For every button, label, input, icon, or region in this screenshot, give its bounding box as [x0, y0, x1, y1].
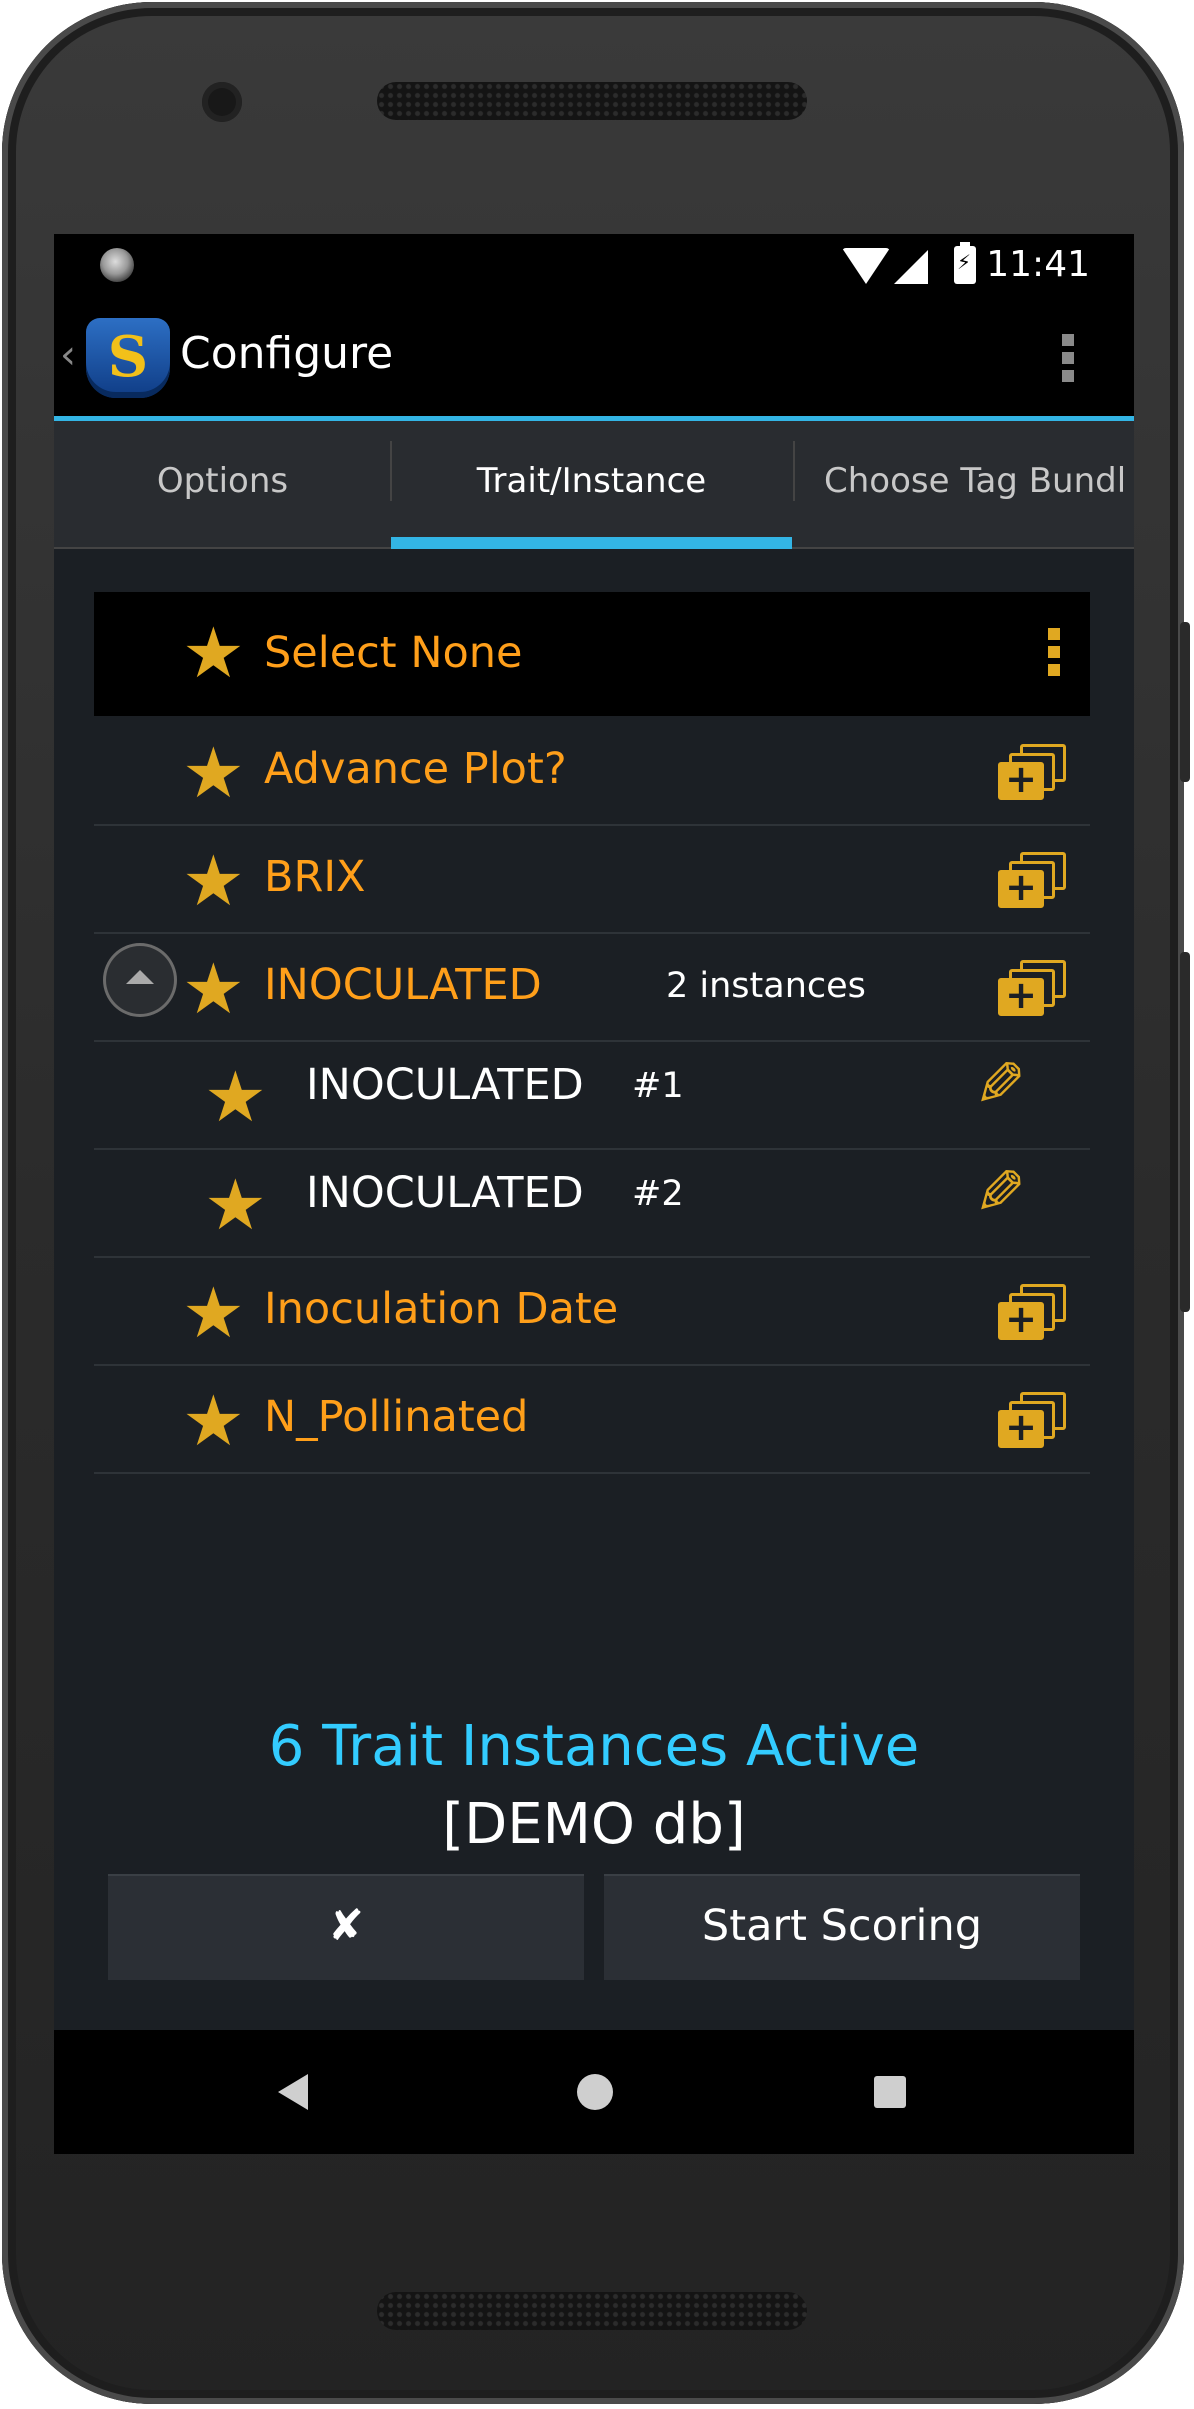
trait-label: BRIX	[264, 852, 366, 902]
phone-frame: 11:41 ‹ S Configure Options Trait/Instan…	[2, 2, 1190, 2404]
add-instance-icon[interactable]	[998, 744, 1066, 801]
trait-label: INOCULATED	[264, 960, 542, 1010]
star-icon[interactable]: ★	[182, 846, 245, 916]
app-logo-icon[interactable]: S	[86, 318, 170, 398]
add-instance-icon[interactable]	[998, 960, 1066, 1017]
tab-bar: Options Trait/Instance Choose Tag Bundl	[54, 421, 1134, 549]
tab-choose-tag-bundle[interactable]: Choose Tag Bundl	[796, 421, 1134, 547]
start-scoring-button[interactable]: Start Scoring	[604, 1874, 1080, 1980]
trait-row[interactable]: ★ BRIX	[94, 826, 1090, 934]
up-navigation-icon[interactable]: ‹	[60, 332, 76, 378]
power-button	[1180, 622, 1190, 782]
status-time: 11:41	[986, 244, 1090, 285]
trait-row[interactable]: ★ Advance Plot?	[94, 718, 1090, 826]
instance-row[interactable]: ★ INOCULATED #2 ✎	[94, 1150, 1090, 1258]
signal-icon	[894, 250, 928, 284]
sync-icon	[100, 248, 134, 282]
wifi-icon	[842, 248, 890, 284]
tab-trait-instance[interactable]: Trait/Instance	[391, 421, 792, 547]
instance-number: #2	[632, 1174, 684, 1214]
trait-label: N_Pollinated	[264, 1392, 529, 1442]
tab-divider	[793, 441, 795, 501]
star-icon[interactable]: ★	[182, 1278, 245, 1348]
recent-apps-icon[interactable]	[874, 2076, 906, 2108]
screen: 11:41 ‹ S Configure Options Trait/Instan…	[54, 234, 1134, 2154]
select-none-label: Select None	[264, 628, 523, 678]
home-icon[interactable]	[577, 2074, 613, 2110]
trait-row[interactable]: ★ N_Pollinated	[94, 1366, 1090, 1474]
status-bar: 11:41	[54, 234, 1134, 298]
trait-row[interactable]: ★ INOCULATED 2 instances	[94, 934, 1090, 1042]
tab-options[interactable]: Options	[54, 421, 391, 547]
trait-label: Inoculation Date	[264, 1284, 619, 1334]
overflow-menu-icon[interactable]	[1062, 334, 1074, 388]
back-icon[interactable]	[278, 2074, 308, 2110]
front-camera	[202, 82, 242, 122]
instance-count: 2 instances	[666, 966, 866, 1006]
star-icon[interactable]: ★	[204, 1170, 267, 1240]
active-instances-count: 6 Trait Instances Active	[268, 1714, 920, 1779]
selected-tab-indicator	[391, 537, 792, 549]
collapse-icon[interactable]	[106, 946, 174, 1014]
select-none-row[interactable]: ★ Select None	[94, 592, 1090, 716]
star-icon[interactable]: ★	[182, 954, 245, 1024]
add-instance-icon[interactable]	[998, 1392, 1066, 1449]
trait-label: Advance Plot?	[264, 744, 567, 794]
trait-row[interactable]: ★ Inoculation Date	[94, 1258, 1090, 1366]
star-icon[interactable]: ★	[182, 1386, 245, 1456]
cancel-button[interactable]: ✘	[108, 1874, 584, 1980]
star-icon: ★	[182, 612, 245, 694]
edit-pencil-icon[interactable]: ✎	[974, 1048, 1026, 1121]
edit-pencil-icon[interactable]: ✎	[974, 1156, 1026, 1229]
page-title: Configure	[180, 328, 394, 379]
navigation-bar	[54, 2030, 1134, 2154]
instance-number: #1	[632, 1066, 684, 1106]
instance-row[interactable]: ★ INOCULATED #1 ✎	[94, 1042, 1090, 1150]
battery-icon	[954, 242, 976, 284]
app-logo-letter: S	[107, 324, 149, 390]
instance-label: INOCULATED	[306, 1168, 584, 1218]
select-none-menu-icon[interactable]	[1048, 628, 1060, 682]
star-icon[interactable]: ★	[204, 1062, 267, 1132]
bottom-speaker	[377, 2292, 807, 2330]
add-instance-icon[interactable]	[998, 1284, 1066, 1341]
top-speaker	[377, 82, 807, 120]
volume-button	[1180, 952, 1190, 1312]
database-name: [DEMO db]	[442, 1792, 746, 1857]
star-icon[interactable]: ★	[182, 738, 245, 808]
instance-label: INOCULATED	[306, 1060, 584, 1110]
add-instance-icon[interactable]	[998, 852, 1066, 909]
action-bar: ‹ S Configure	[54, 298, 1134, 421]
